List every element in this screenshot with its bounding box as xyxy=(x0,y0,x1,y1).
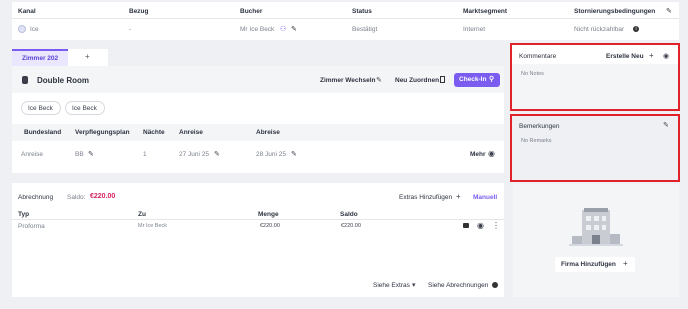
row-bundesland: Anreise xyxy=(21,151,44,158)
building-illustration-icon xyxy=(569,208,623,246)
bezug-value: - xyxy=(129,26,132,33)
reassign-icon[interactable] xyxy=(440,76,445,83)
plus-icon: + xyxy=(623,259,628,268)
col-header-kanal: Kanal xyxy=(18,8,36,15)
col-header-storno: Stornierungsbedingungen xyxy=(574,8,656,15)
tab-label: Zimmer 202 xyxy=(22,55,59,62)
more-options-icon[interactable]: ⋮ xyxy=(492,221,500,230)
print-icon[interactable] xyxy=(463,223,469,228)
room-body: Ice Beck Ice Beck Bundesland Verpflegung… xyxy=(12,93,504,173)
see-invoices-button[interactable]: Siehe Abrechnungen xyxy=(428,282,488,289)
company-panel: Firma Hinzufügen + xyxy=(513,184,679,297)
tab-zimmer-202[interactable]: Zimmer 202 xyxy=(12,49,68,66)
reassign-button[interactable]: Neu Zuordnen xyxy=(395,77,439,84)
bucher-value[interactable]: Mr Ice Beck xyxy=(240,26,274,33)
storno-value: Nicht rückzahlbar xyxy=(574,26,625,33)
guest-chip[interactable]: Ice Beck xyxy=(65,101,105,115)
col-saldo: Saldo xyxy=(340,211,358,218)
channel-value: Ice xyxy=(30,26,39,33)
invoices-icon[interactable] xyxy=(492,282,498,288)
see-extras-button[interactable]: Siehe Extras xyxy=(373,282,410,289)
col-naechte: Nächte xyxy=(143,129,165,136)
checkin-button[interactable]: Check-In ⚲ xyxy=(454,73,500,87)
channel-logo-icon xyxy=(18,25,26,33)
eye-icon[interactable]: ◉ xyxy=(488,149,495,158)
col-header-marktsegment: Marktsegment xyxy=(463,8,508,15)
edit-abreise-icon[interactable]: ✎ xyxy=(291,150,297,158)
more-button[interactable]: Mehr xyxy=(470,151,486,158)
room-icon xyxy=(22,76,28,84)
guest-chip[interactable]: Ice Beck xyxy=(21,101,61,115)
row-naechte: 1 xyxy=(143,151,147,158)
col-abreise: Abreise xyxy=(256,129,280,136)
col-header-status: Status xyxy=(352,8,372,15)
stay-table-header: Bundesland Verpflegungsplan Nächte Anrei… xyxy=(12,124,504,141)
col-zu: Zu xyxy=(138,211,146,218)
saldo-value: €220.00 xyxy=(90,193,116,200)
plus-icon[interactable]: + xyxy=(456,192,461,201)
add-room-label: + xyxy=(85,52,90,61)
user-link-icon[interactable]: ⚇ xyxy=(280,25,286,33)
billing-menge: €220.00 xyxy=(260,223,280,229)
pencil-icon[interactable]: ✎ xyxy=(376,76,382,84)
manual-button[interactable]: Manuell xyxy=(473,194,497,201)
info-icon[interactable]: i xyxy=(633,26,639,32)
view-icon[interactable]: ◉ xyxy=(477,221,484,230)
billing-divider xyxy=(12,219,504,220)
add-company-label: Firma Hinzufügen xyxy=(561,261,616,268)
col-typ: Typ xyxy=(18,211,30,218)
col-verpflegungsplan: Verpflegungsplan xyxy=(75,129,130,136)
guest-name: Ice Beck xyxy=(72,105,97,112)
col-header-bucher: Bucher xyxy=(240,8,263,15)
edit-icon[interactable]: ✎ xyxy=(666,7,672,15)
add-extras-button[interactable]: Extras Hinzufügen xyxy=(399,194,452,201)
billing-saldo: €220.00 xyxy=(341,223,361,229)
billing-card: Abrechnung Saldo: €220.00 Extras Hinzufü… xyxy=(12,183,504,297)
room-type: Double Room xyxy=(37,76,89,85)
status-value: Bestätigt xyxy=(352,26,378,33)
room-header-bar: Double Room Zimmer Wechseln ✎ Neu Zuordn… xyxy=(12,66,504,93)
add-room-tab[interactable]: + xyxy=(68,49,108,66)
billing-title: Abrechnung xyxy=(18,194,54,201)
col-bundesland: Bundesland xyxy=(24,129,62,136)
guest-name: Ice Beck xyxy=(28,105,53,112)
col-menge: Menge xyxy=(258,211,279,218)
billing-typ: Proforma xyxy=(18,223,45,230)
highlight-box xyxy=(510,43,680,111)
saldo-label: Saldo: xyxy=(67,194,86,201)
change-room-button[interactable]: Zimmer Wechseln xyxy=(320,77,376,84)
col-header-bezug: Bezug xyxy=(129,8,149,15)
row-anreise: 27 Juni 25 xyxy=(179,151,209,158)
marktsegment-value: Internet xyxy=(463,26,486,33)
edit-bucher-icon[interactable]: ✎ xyxy=(291,25,297,33)
cart-icon[interactable]: ▾ xyxy=(412,281,416,289)
key-icon: ⚲ xyxy=(489,76,495,83)
edit-plan-icon[interactable]: ✎ xyxy=(88,150,94,158)
highlight-box xyxy=(510,114,680,182)
row-abreise: 28 Juni 25 xyxy=(256,151,286,158)
edit-anreise-icon[interactable]: ✎ xyxy=(214,150,220,158)
checkin-label: Check-In xyxy=(459,76,487,83)
row-divider xyxy=(12,18,679,19)
billing-zu: Mr Ice Beck xyxy=(138,223,168,229)
col-anreise: Anreise xyxy=(179,129,203,136)
row-plan: BB xyxy=(75,151,84,158)
room-card: Zimmer 202 + Double Room Zimmer Wechseln… xyxy=(12,49,504,173)
add-company-button[interactable]: Firma Hinzufügen + xyxy=(555,257,635,272)
booking-summary-card: Kanal Bezug Bucher Status Marktsegment S… xyxy=(12,2,679,40)
